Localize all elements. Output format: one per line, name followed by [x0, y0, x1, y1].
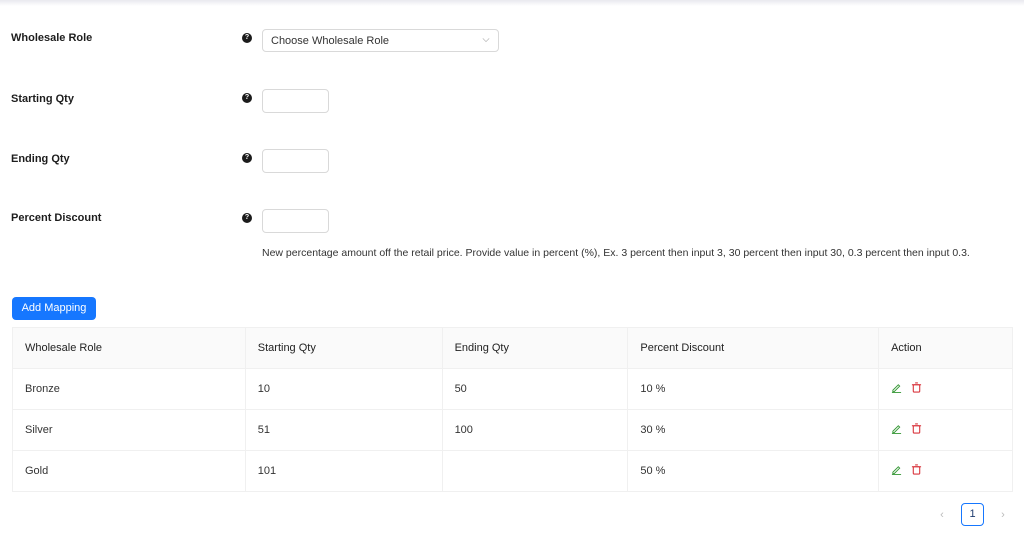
question-circle-icon[interactable]: ?: [242, 153, 252, 163]
ending-qty-input[interactable]: [262, 149, 329, 173]
table-row: Silver 51 100 30 %: [12, 409, 1013, 451]
question-circle-icon[interactable]: ?: [242, 93, 252, 103]
ending-qty-label: Ending Qty: [11, 153, 70, 165]
starting-qty-label: Starting Qty: [11, 93, 74, 105]
cell-action: [878, 368, 1013, 410]
chevron-down-icon: [482, 38, 490, 43]
header-action: Action: [878, 327, 1013, 369]
percent-discount-input[interactable]: [262, 209, 329, 233]
edit-icon[interactable]: [891, 464, 902, 475]
mapping-table: Wholesale Role Starting Qty Ending Qty P…: [12, 327, 1013, 492]
table-row: Bronze 10 50 10 %: [12, 368, 1013, 410]
edit-icon[interactable]: [891, 423, 902, 434]
page-1-button[interactable]: 1: [961, 503, 984, 526]
header-ending-qty: Ending Qty: [442, 327, 629, 369]
cell-discount: 30 %: [627, 409, 880, 451]
cell-start: 10: [245, 368, 443, 410]
edit-icon[interactable]: [891, 382, 902, 393]
cell-start: 101: [245, 450, 443, 492]
chevron-right-icon[interactable]: ›: [993, 504, 1013, 526]
chevron-left-icon[interactable]: ‹: [932, 504, 952, 526]
question-circle-icon[interactable]: ?: [242, 33, 252, 43]
cell-discount: 50 %: [627, 450, 880, 492]
wholesale-role-label: Wholesale Role: [11, 32, 93, 44]
header-percent-discount: Percent Discount: [627, 327, 880, 369]
cell-action: [878, 409, 1013, 451]
wholesale-role-select[interactable]: Choose Wholesale Role: [262, 29, 499, 52]
question-circle-icon[interactable]: ?: [242, 213, 252, 223]
delete-icon[interactable]: [911, 382, 922, 393]
add-mapping-button[interactable]: Add Mapping: [12, 297, 96, 320]
cell-role: Bronze: [12, 368, 246, 410]
pagination: ‹ 1 ›: [932, 503, 1013, 526]
wholesale-role-placeholder: Choose Wholesale Role: [271, 35, 390, 47]
cell-end: [442, 450, 629, 492]
cell-role: Gold: [12, 450, 246, 492]
delete-icon[interactable]: [911, 423, 922, 434]
percent-discount-label: Percent Discount: [11, 212, 102, 224]
cell-discount: 10 %: [627, 368, 880, 410]
header-wholesale-role: Wholesale Role: [12, 327, 246, 369]
starting-qty-input[interactable]: [262, 89, 329, 113]
cell-end: 100: [442, 409, 629, 451]
delete-icon[interactable]: [911, 464, 922, 475]
top-shadow-bar: [0, 0, 1024, 6]
percent-discount-hint: New percentage amount off the retail pri…: [262, 247, 970, 259]
table-header-row: Wholesale Role Starting Qty Ending Qty P…: [12, 327, 1013, 369]
cell-action: [878, 450, 1013, 492]
table-row: Gold 101 50 %: [12, 450, 1013, 492]
header-starting-qty: Starting Qty: [245, 327, 443, 369]
cell-start: 51: [245, 409, 443, 451]
cell-role: Silver: [12, 409, 246, 451]
cell-end: 50: [442, 368, 629, 410]
